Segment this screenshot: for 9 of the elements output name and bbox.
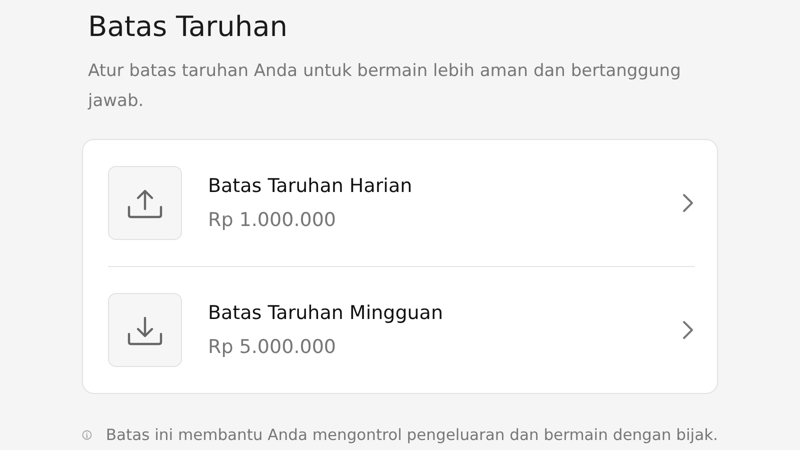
chevron-right-icon[interactable] — [681, 192, 695, 214]
info-note: Batas ini membantu Anda mengontrol pengeluaran dan bermain dengan bijak. — [106, 426, 718, 444]
page-title: Batas Taruhan — [88, 10, 289, 44]
limit-amount: Rp 5.000.000 — [208, 336, 337, 358]
chevron-right-icon[interactable] — [681, 319, 695, 341]
page-description: Atur batas taruhan Anda untuk bermain lebih aman dan bertanggung jawab. — [88, 60, 682, 113]
limit-label[interactable]: Batas Taruhan Mingguan — [208, 302, 681, 324]
limit-label[interactable]: Batas Taruhan Harian — [208, 175, 681, 197]
limit-amount: Rp 1.000.000 — [208, 209, 337, 231]
